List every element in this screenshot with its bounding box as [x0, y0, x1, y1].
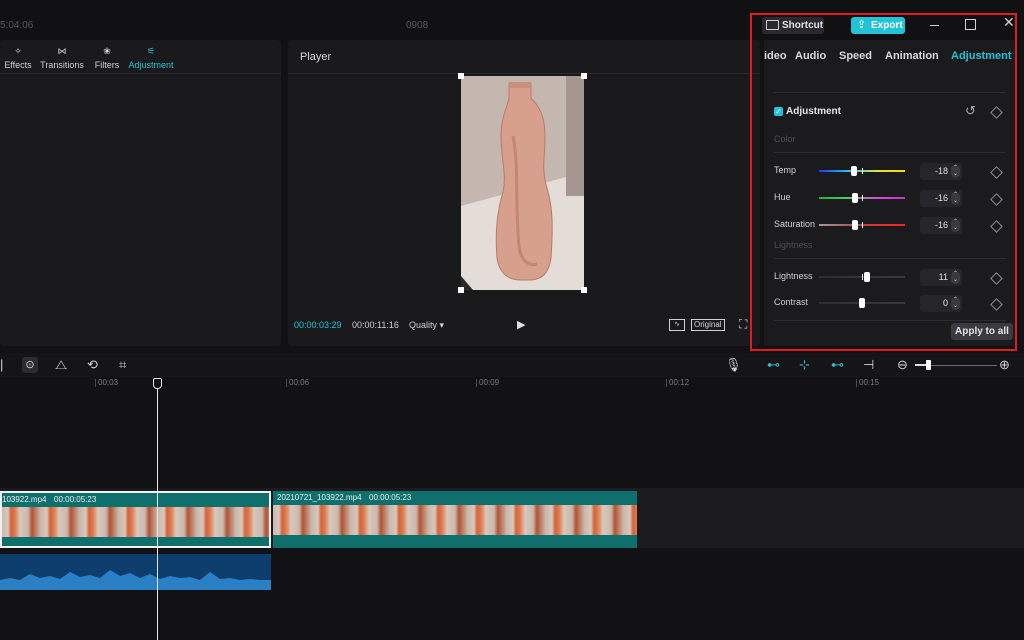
rotate-icon[interactable]: ⟲	[87, 358, 98, 372]
crop-icon[interactable]: ⌗	[119, 358, 126, 372]
original-ratio-button[interactable]: Original	[691, 319, 725, 331]
playhead-line[interactable]	[157, 379, 158, 640]
zoom-in-icon[interactable]: ⊕	[999, 358, 1010, 372]
play-button[interactable]: ▶	[517, 318, 525, 331]
effects-icon: ✧	[14, 46, 22, 56]
tool-label: Adjustment	[128, 60, 174, 70]
playhead-handle[interactable]	[153, 378, 162, 389]
current-time: 00:00:03:29	[294, 320, 342, 330]
freeze-icon[interactable]: ⊙	[22, 357, 38, 373]
clip-name: 103922.mp4	[2, 495, 47, 504]
crop-handle[interactable]	[581, 73, 587, 79]
project-name: 0908	[406, 20, 429, 31]
tool-label: Effects	[4, 60, 32, 70]
ruler-label: 00:15	[859, 378, 880, 387]
ruler-tick	[95, 379, 96, 387]
magnet-icon[interactable]: ⊷	[767, 358, 780, 372]
clip-thumbnails	[2, 507, 269, 537]
ruler-label: 00:03	[98, 378, 119, 387]
clip-thumbnails	[273, 505, 637, 535]
zoom-slider-thumb[interactable]	[926, 360, 931, 370]
timecode-label: 5:04:06	[0, 20, 34, 31]
tool-label: Filters	[94, 60, 120, 70]
clip-duration: 00:00:05:23	[54, 495, 97, 504]
adjustment-icon: ⚟	[146, 46, 156, 56]
waveform-icon[interactable]: ∿	[669, 319, 685, 331]
filters-icon: ❀	[103, 46, 111, 56]
tool-effects[interactable]: ✧ Effects	[4, 42, 32, 70]
audio-waveform	[0, 570, 271, 590]
preview-axis-icon[interactable]: ⊷	[831, 358, 844, 372]
player-controls: 00:00:03:29 00:00:11:16 Quality ▾ ▶ ∿ Or…	[288, 317, 760, 338]
video-clip[interactable]: 20210721_103922.mp4 00:00:05:23	[273, 491, 637, 548]
audio-clip[interactable]	[0, 554, 271, 590]
align-icon[interactable]: ⊣	[863, 358, 874, 372]
divider	[288, 73, 760, 74]
linkage-icon[interactable]: ⊹	[799, 358, 810, 372]
ruler-tick	[286, 379, 287, 387]
bottle-image	[461, 76, 584, 290]
ruler-label: 00:12	[669, 378, 690, 387]
crop-handle[interactable]	[458, 287, 464, 293]
ruler-label: 00:06	[289, 378, 310, 387]
microphone-icon[interactable]: 🎙	[725, 358, 742, 372]
player-title: Player	[300, 51, 332, 63]
crop-handle[interactable]	[581, 287, 587, 293]
ruler-tick	[666, 379, 667, 387]
tool-adjustment[interactable]: ⚟ Adjustment	[127, 42, 175, 70]
clip-name: 20210721_103922.mp4	[277, 493, 362, 502]
video-clip-selected[interactable]: 103922.mp4 00:00:05:23	[0, 491, 271, 548]
ruler-tick	[476, 379, 477, 387]
ruler-tick	[856, 379, 857, 387]
mirror-icon[interactable]: ⧍	[55, 358, 67, 372]
video-frame[interactable]	[461, 76, 584, 290]
highlight-box	[750, 13, 1017, 351]
transitions-icon: ⋈	[57, 46, 67, 56]
quality-label: Quality	[409, 320, 438, 330]
ruler-label: 00:09	[479, 378, 500, 387]
quality-dropdown[interactable]: Quality ▾	[409, 320, 444, 331]
crop-handle[interactable]	[458, 73, 464, 79]
media-panel: ✧ Effects ⋈ Transitions ❀ Filters ⚟ Adju…	[0, 40, 281, 346]
player-panel: Player 00:00:03:29 00:00:11:16 Quality ▾…	[288, 40, 760, 346]
clip-duration: 00:00:05:23	[369, 493, 412, 502]
timeline-toolbar: | ⊙ ⧍ ⟲ ⌗ 🎙 ⊷ ⊹ ⊷ ⊣ ⊖ ⊕	[0, 353, 1024, 377]
divider	[0, 73, 281, 74]
split-icon[interactable]: |	[0, 358, 3, 372]
zoom-out-icon[interactable]: ⊖	[897, 358, 908, 372]
tool-label: Transitions	[40, 60, 84, 70]
fullscreen-icon[interactable]: ⛶	[739, 317, 747, 332]
tool-transitions[interactable]: ⋈ Transitions	[40, 42, 84, 70]
tool-filters[interactable]: ❀ Filters	[94, 42, 120, 70]
total-time: 00:00:11:16	[352, 320, 399, 330]
